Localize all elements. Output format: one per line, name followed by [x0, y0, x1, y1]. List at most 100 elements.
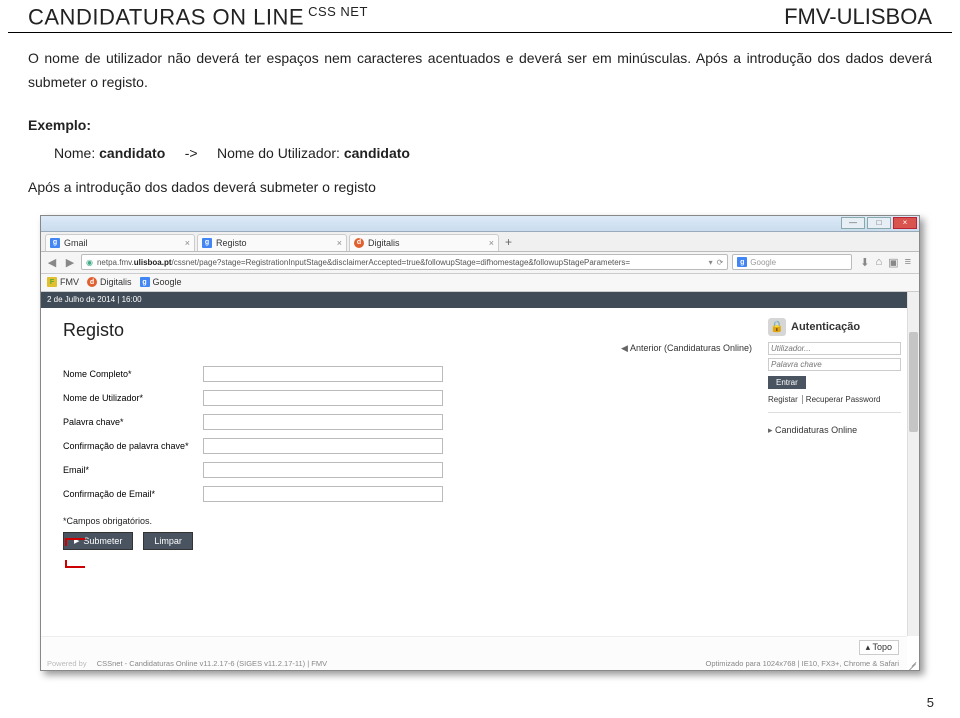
- example-line: Nome: candidato -> Nome do Utilizador: c…: [54, 139, 932, 167]
- after-paragraph: Após a introdução dos dados deverá subme…: [0, 167, 960, 205]
- footer-info: Powered by CSSnet - Candidaturas Online …: [47, 659, 899, 668]
- url-prefix: netpa.fmv.: [97, 258, 134, 267]
- header-sup: CSS NET: [308, 4, 368, 19]
- toolbar-icons: ⬇ ⌂ ▣ ≡: [856, 256, 915, 269]
- red-bracket-annotation: [65, 538, 89, 568]
- bookmark-digitalis[interactable]: dDigitalis: [87, 277, 132, 287]
- conf-palavra-chave-label: Confirmação de palavra chave*: [63, 441, 203, 451]
- auth-user-input[interactable]: [768, 342, 901, 355]
- auth-title: Autenticação: [791, 321, 860, 333]
- bookmark-icon[interactable]: ▣: [888, 256, 898, 269]
- page-title: Registo: [63, 320, 752, 341]
- bookmark-google[interactable]: gGoogle: [140, 277, 182, 287]
- browser-tab-digitalis[interactable]: d Digitalis ×: [349, 234, 499, 251]
- nome-completo-input[interactable]: [203, 366, 443, 382]
- conf-palavra-chave-input[interactable]: [203, 438, 443, 454]
- tab-label: Registo: [216, 238, 247, 248]
- mandatory-note: *Campos obrigatórios.: [63, 516, 752, 526]
- field-conf-email: Confirmação de Email*: [63, 486, 752, 502]
- conf-email-input[interactable]: [203, 486, 443, 502]
- addressbar-row: ◀ ▶ ◉ netpa.fmv.ulisboa.pt/cssnet/page?s…: [41, 252, 919, 274]
- example-user-label: Nome do Utilizador:: [217, 145, 340, 161]
- browser-tab-registo[interactable]: g Registo ×: [197, 234, 347, 251]
- page-area: 2 de Julho de 2014 | 16:00 Registo ◀ Ant…: [41, 292, 919, 670]
- palavra-chave-label: Palavra chave*: [63, 417, 203, 427]
- reload-icon[interactable]: ⟳: [717, 258, 724, 267]
- tab-close-icon[interactable]: ×: [489, 238, 494, 248]
- tab-add-button[interactable]: +: [501, 234, 517, 251]
- main-layout: Registo ◀ Anterior (Candidaturas Online)…: [41, 308, 907, 636]
- window-minimize-button[interactable]: —: [841, 217, 865, 229]
- url-bar[interactable]: ◉ netpa.fmv.ulisboa.pt/cssnet/page?stage…: [81, 254, 728, 270]
- example-name-label: Nome:: [54, 145, 95, 161]
- date-bar: 2 de Julho de 2014 | 16:00: [41, 292, 919, 308]
- clear-label: Limpar: [154, 536, 182, 546]
- intro-paragraph: O nome de utilizador não deverá ter espa…: [0, 33, 960, 95]
- email-label: Email*: [63, 465, 203, 475]
- auth-box: 🔒 Autenticação Entrar RegistarRecuperar …: [768, 318, 901, 413]
- nav-back-icon[interactable]: ◀: [45, 256, 59, 269]
- nav-forward-icon[interactable]: ▶: [63, 256, 77, 269]
- field-palavra-chave: Palavra chave*: [63, 414, 752, 430]
- vertical-scrollbar[interactable]: [907, 292, 919, 636]
- field-nome-completo: Nome Completo*: [63, 366, 752, 382]
- back-to-top-button[interactable]: Topo: [859, 640, 899, 655]
- url-path: /cssnet/page?stage=RegistrationInputStag…: [172, 258, 631, 267]
- auth-links: RegistarRecuperar Password: [768, 395, 901, 404]
- header-right: FMV-ULISBOA: [784, 4, 932, 30]
- conf-email-label: Confirmação de Email*: [63, 489, 203, 499]
- powered-by-label: Powered by: [47, 659, 87, 668]
- register-link[interactable]: Registar: [768, 395, 803, 404]
- resize-handle-icon[interactable]: [906, 657, 918, 669]
- recover-password-link[interactable]: Recuperar Password: [806, 395, 885, 404]
- digitalis-favicon-icon: d: [87, 277, 97, 287]
- auth-enter-button[interactable]: Entrar: [768, 376, 806, 389]
- bookmark-label: Digitalis: [100, 277, 132, 287]
- previous-link[interactable]: ◀ Anterior (Candidaturas Online): [63, 343, 752, 354]
- example-title: Exemplo:: [28, 111, 932, 139]
- google-favicon-icon: g: [140, 277, 150, 287]
- footer-optimized: Optimizado para 1024x768 | IE10, FX3+, C…: [705, 659, 899, 668]
- palavra-chave-input[interactable]: [203, 414, 443, 430]
- content-column: Registo ◀ Anterior (Candidaturas Online)…: [41, 308, 762, 636]
- search-bar[interactable]: g Google: [732, 254, 852, 270]
- download-icon[interactable]: ⬇: [860, 256, 869, 269]
- example-block: Exemplo: Nome: candidato -> Nome do Util…: [0, 105, 960, 167]
- paragraph-text: O nome de utilizador não deverá ter espa…: [28, 47, 932, 95]
- tab-label: Digitalis: [368, 238, 400, 248]
- nome-utilizador-input[interactable]: [203, 390, 443, 406]
- browser-tab-gmail[interactable]: g Gmail ×: [45, 234, 195, 251]
- example-user-value: candidato: [344, 145, 410, 161]
- lock-icon: 🔒: [768, 318, 786, 336]
- field-conf-palavra-chave: Confirmação de palavra chave*: [63, 438, 752, 454]
- triangle-left-icon: ◀: [621, 343, 628, 353]
- form-buttons: ▶Submeter Limpar: [63, 532, 752, 550]
- sidebar: 🔒 Autenticação Entrar RegistarRecuperar …: [762, 308, 907, 636]
- field-email: Email*: [63, 462, 752, 478]
- url-right-icons: ▾ ⟳: [709, 258, 724, 267]
- candidaturas-online-link[interactable]: Candidaturas Online: [768, 421, 901, 436]
- header-left: CANDIDATURAS ON LINECSS NET: [28, 4, 368, 30]
- previous-link-label: Anterior (Candidaturas Online): [630, 343, 752, 353]
- dropdown-icon[interactable]: ▾: [709, 258, 713, 267]
- window-titlebar: — □ ×: [41, 216, 919, 232]
- clear-button[interactable]: Limpar: [143, 532, 193, 550]
- tab-label: Gmail: [64, 238, 88, 248]
- page-footer: Topo Powered by CSSnet - Candidaturas On…: [41, 636, 907, 670]
- nome-completo-label: Nome Completo*: [63, 369, 203, 379]
- home-icon[interactable]: ⌂: [876, 256, 883, 269]
- tab-close-icon[interactable]: ×: [337, 238, 342, 248]
- bookmark-label: FMV: [60, 277, 79, 287]
- page-number: 5: [927, 695, 934, 710]
- window-close-button[interactable]: ×: [893, 217, 917, 229]
- window-maximize-button[interactable]: □: [867, 217, 891, 229]
- bookmark-fmv[interactable]: FFMV: [47, 277, 79, 287]
- example-sep: ->: [185, 145, 198, 161]
- tab-close-icon[interactable]: ×: [185, 238, 190, 248]
- scrollbar-thumb[interactable]: [909, 332, 918, 432]
- auth-pass-input[interactable]: [768, 358, 901, 371]
- bookmark-label: Google: [153, 277, 182, 287]
- menu-icon[interactable]: ≡: [905, 256, 911, 269]
- email-input[interactable]: [203, 462, 443, 478]
- submit-label: Submeter: [83, 536, 122, 546]
